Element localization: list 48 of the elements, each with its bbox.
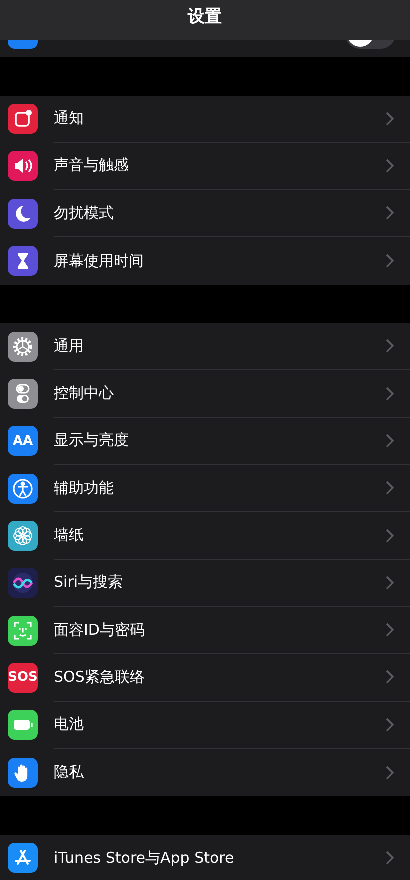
settings-row[interactable]: SOS SOS紧急联络 [0, 654, 410, 702]
row-label: 电池 [54, 715, 84, 734]
row-label: Siri与搜索 [54, 573, 124, 592]
row-label: 声音与触感 [54, 156, 129, 176]
settings-row[interactable]: 通用 [0, 323, 410, 370]
chevron-icon [386, 576, 394, 590]
settings-row[interactable]: 面容ID与密码 [0, 606, 410, 654]
row-label: 显示与亮度 [54, 431, 129, 450]
chevron-icon [386, 434, 394, 448]
settings-row[interactable]: 墙纸 [0, 512, 410, 560]
chevron-icon [386, 623, 394, 638]
row-label: 通知 [54, 109, 84, 128]
chevron-icon [386, 528, 394, 543]
settings-row[interactable]: 屏幕使用时间 [0, 237, 410, 285]
chevron-icon [386, 158, 394, 173]
text-icon: AA [8, 426, 38, 456]
chevron-icon [386, 112, 394, 126]
row-label: 勿扰模式 [54, 204, 114, 223]
chevron-icon [386, 851, 394, 866]
chevron-icon [386, 206, 394, 220]
row-label: 辅助功能 [54, 478, 114, 498]
chevron-icon [386, 339, 394, 354]
settings-row[interactable]: 通知 [0, 96, 410, 143]
settings-row[interactable]: 隐私 [0, 748, 410, 796]
row-label: 墙纸 [54, 526, 84, 546]
chevron-icon [386, 766, 394, 780]
settings-row[interactable]: 电池 [0, 702, 410, 749]
row-label: 通用 [54, 336, 84, 356]
row-label: iTunes Store与App Store [54, 848, 234, 868]
text-icon: SOS [8, 662, 38, 693]
settings-row[interactable]: 控制中心 [0, 370, 410, 418]
chevron-icon [386, 481, 394, 496]
page-title: 设置 [188, 6, 222, 28]
row-label: SOS紧急联络 [54, 668, 145, 687]
row-label: 控制中心 [54, 384, 114, 404]
settings-row[interactable]: 勿扰模式 [0, 190, 410, 238]
chevron-icon [386, 386, 394, 401]
settings-row[interactable]: AA 显示与亮度 [0, 418, 410, 466]
settings-row[interactable]: 辅助功能 [0, 465, 410, 512]
settings-row[interactable]: Siri与搜索 [0, 560, 410, 607]
chevron-icon [386, 718, 394, 732]
chevron-icon [386, 670, 394, 684]
settings-row[interactable]: 声音与触感 [0, 142, 410, 190]
row-label: 屏幕使用时间 [54, 252, 144, 271]
row-label: 隐私 [54, 763, 84, 782]
chevron-icon [386, 254, 394, 268]
row-label: 面容ID与密码 [54, 620, 145, 640]
settings-row[interactable]: iTunes Store与App Store [0, 834, 410, 880]
